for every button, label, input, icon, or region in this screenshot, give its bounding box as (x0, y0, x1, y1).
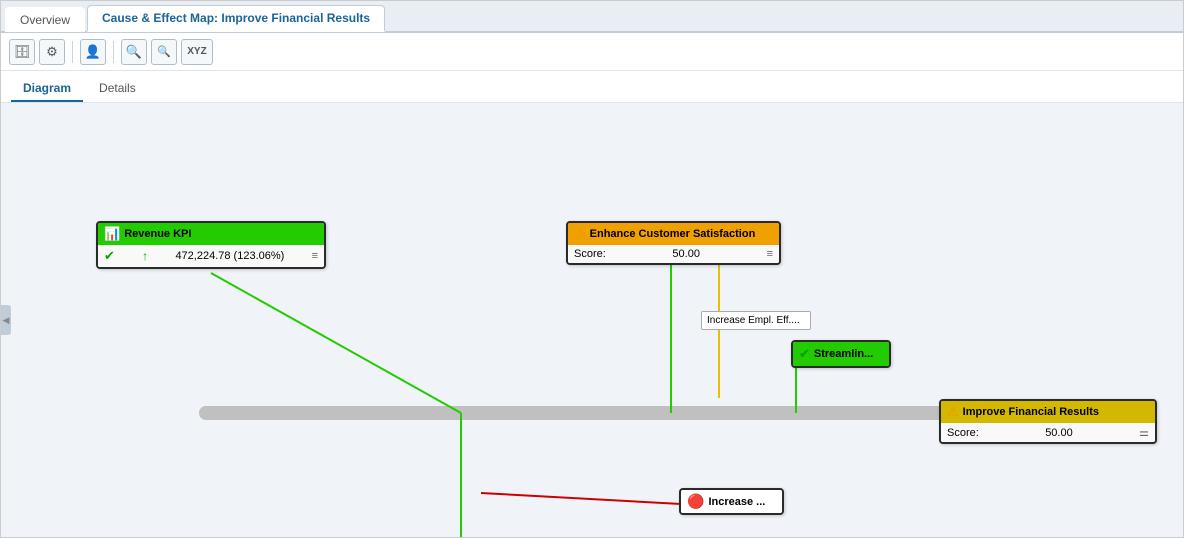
sub-tab-details[interactable]: Details (87, 76, 148, 102)
node-enhance-header: ⚠ Enhance Customer Satisfaction (568, 223, 779, 245)
node-revenue-kpi-header: 📊 Revenue KPI (98, 223, 324, 245)
people-icon: 👤 (85, 44, 101, 60)
tab-cause-effect[interactable]: Cause & Effect Map: Improve Financial Re… (87, 5, 385, 32)
node-enhance-customer[interactable]: ⚠ Enhance Customer Satisfaction Score: 5… (566, 221, 781, 265)
enhance-menu-icon[interactable]: ≡ (767, 248, 773, 260)
sub-tab-bar: Diagram Details (1, 71, 1183, 103)
increase-title: Increase ... (708, 496, 765, 508)
node-increase-header: 🔴 Increase ... (681, 490, 782, 513)
revenue-up-icon: ↑ (142, 249, 148, 263)
enhance-title: Enhance Customer Satisfaction (590, 228, 756, 240)
diagram-svg (1, 103, 1183, 537)
improve-menu-icon[interactable]: ⚌ (1139, 426, 1149, 439)
revenue-menu-icon[interactable]: ≡ (312, 250, 318, 262)
xyz-icon: XYZ (187, 46, 206, 57)
toolbar-separator-2 (113, 41, 114, 63)
improve-warning-icon: ⚠ (947, 404, 959, 420)
people-button[interactable]: 👤 (80, 39, 106, 65)
zoom-in-button[interactable]: 🔍 (121, 39, 147, 65)
revenue-check-icon: ✔ (104, 248, 115, 264)
toolbar-separator-1 (72, 41, 73, 63)
improve-score-label: Score: (947, 427, 979, 439)
streamline-small-title: Streamlin... (814, 348, 873, 360)
revenue-kpi-value: 472,224.78 (123.06%) (175, 250, 284, 262)
increase-error-icon: 🔴 (687, 493, 704, 510)
node-enhance-body: Score: 50.00 ≡ (568, 245, 779, 263)
improve-score-value: 50.00 (1045, 427, 1073, 439)
xyz-button[interactable]: XYZ (181, 39, 213, 65)
tab-overview[interactable]: Overview (5, 7, 85, 32)
toolbar: 🗄 ⚙ 👤 🔍 🔍 XYZ (1, 33, 1183, 71)
node-streamline-small-header: ✔ Streamlin... (793, 342, 889, 366)
node-improve-header: ⚠ Improve Financial Results (941, 401, 1155, 423)
sub-tab-diagram[interactable]: Diagram (11, 76, 83, 102)
node-improve-financial[interactable]: ⚠ Improve Financial Results Score: 50.00… (939, 399, 1157, 444)
revenue-kpi-title: Revenue KPI (124, 228, 191, 240)
enhance-score-value: 50.00 (672, 248, 700, 260)
zoom-out-icon: 🔍 (157, 45, 171, 58)
revenue-kpi-icon: 📊 (104, 226, 120, 242)
tab-bar: Overview Cause & Effect Map: Improve Fin… (1, 1, 1183, 33)
node-streamline-small[interactable]: ✔ Streamlin... (791, 340, 891, 368)
enhance-score-label: Score: (574, 248, 606, 260)
node-revenue-kpi-body: ✔ ↑ 472,224.78 (123.06%) ≡ (98, 245, 324, 267)
diagram-area: ◀ 📊 Revenue KPI (1, 103, 1183, 537)
zoom-out-button[interactable]: 🔍 (151, 39, 177, 65)
node-increase[interactable]: 🔴 Increase ... (679, 488, 784, 515)
settings-icon: ⚙ (46, 44, 58, 60)
node-revenue-kpi[interactable]: 📊 Revenue KPI ✔ ↑ 472,224.78 (123.06%) ≡ (96, 221, 326, 269)
node-increase-empl-label: Increase Empl. Eff.... (701, 311, 811, 330)
save-button[interactable]: 🗄 (9, 39, 35, 65)
app-container: Overview Cause & Effect Map: Improve Fin… (0, 0, 1184, 538)
save-icon: 🗄 (14, 44, 31, 60)
enhance-warning-icon: ⚠ (574, 226, 586, 242)
settings-button[interactable]: ⚙ (39, 39, 65, 65)
improve-title: Improve Financial Results (963, 406, 1099, 418)
streamline-small-check-icon: ✔ (799, 346, 810, 362)
zoom-in-icon: 🔍 (126, 44, 142, 60)
node-improve-body: Score: 50.00 ⚌ (941, 423, 1155, 442)
